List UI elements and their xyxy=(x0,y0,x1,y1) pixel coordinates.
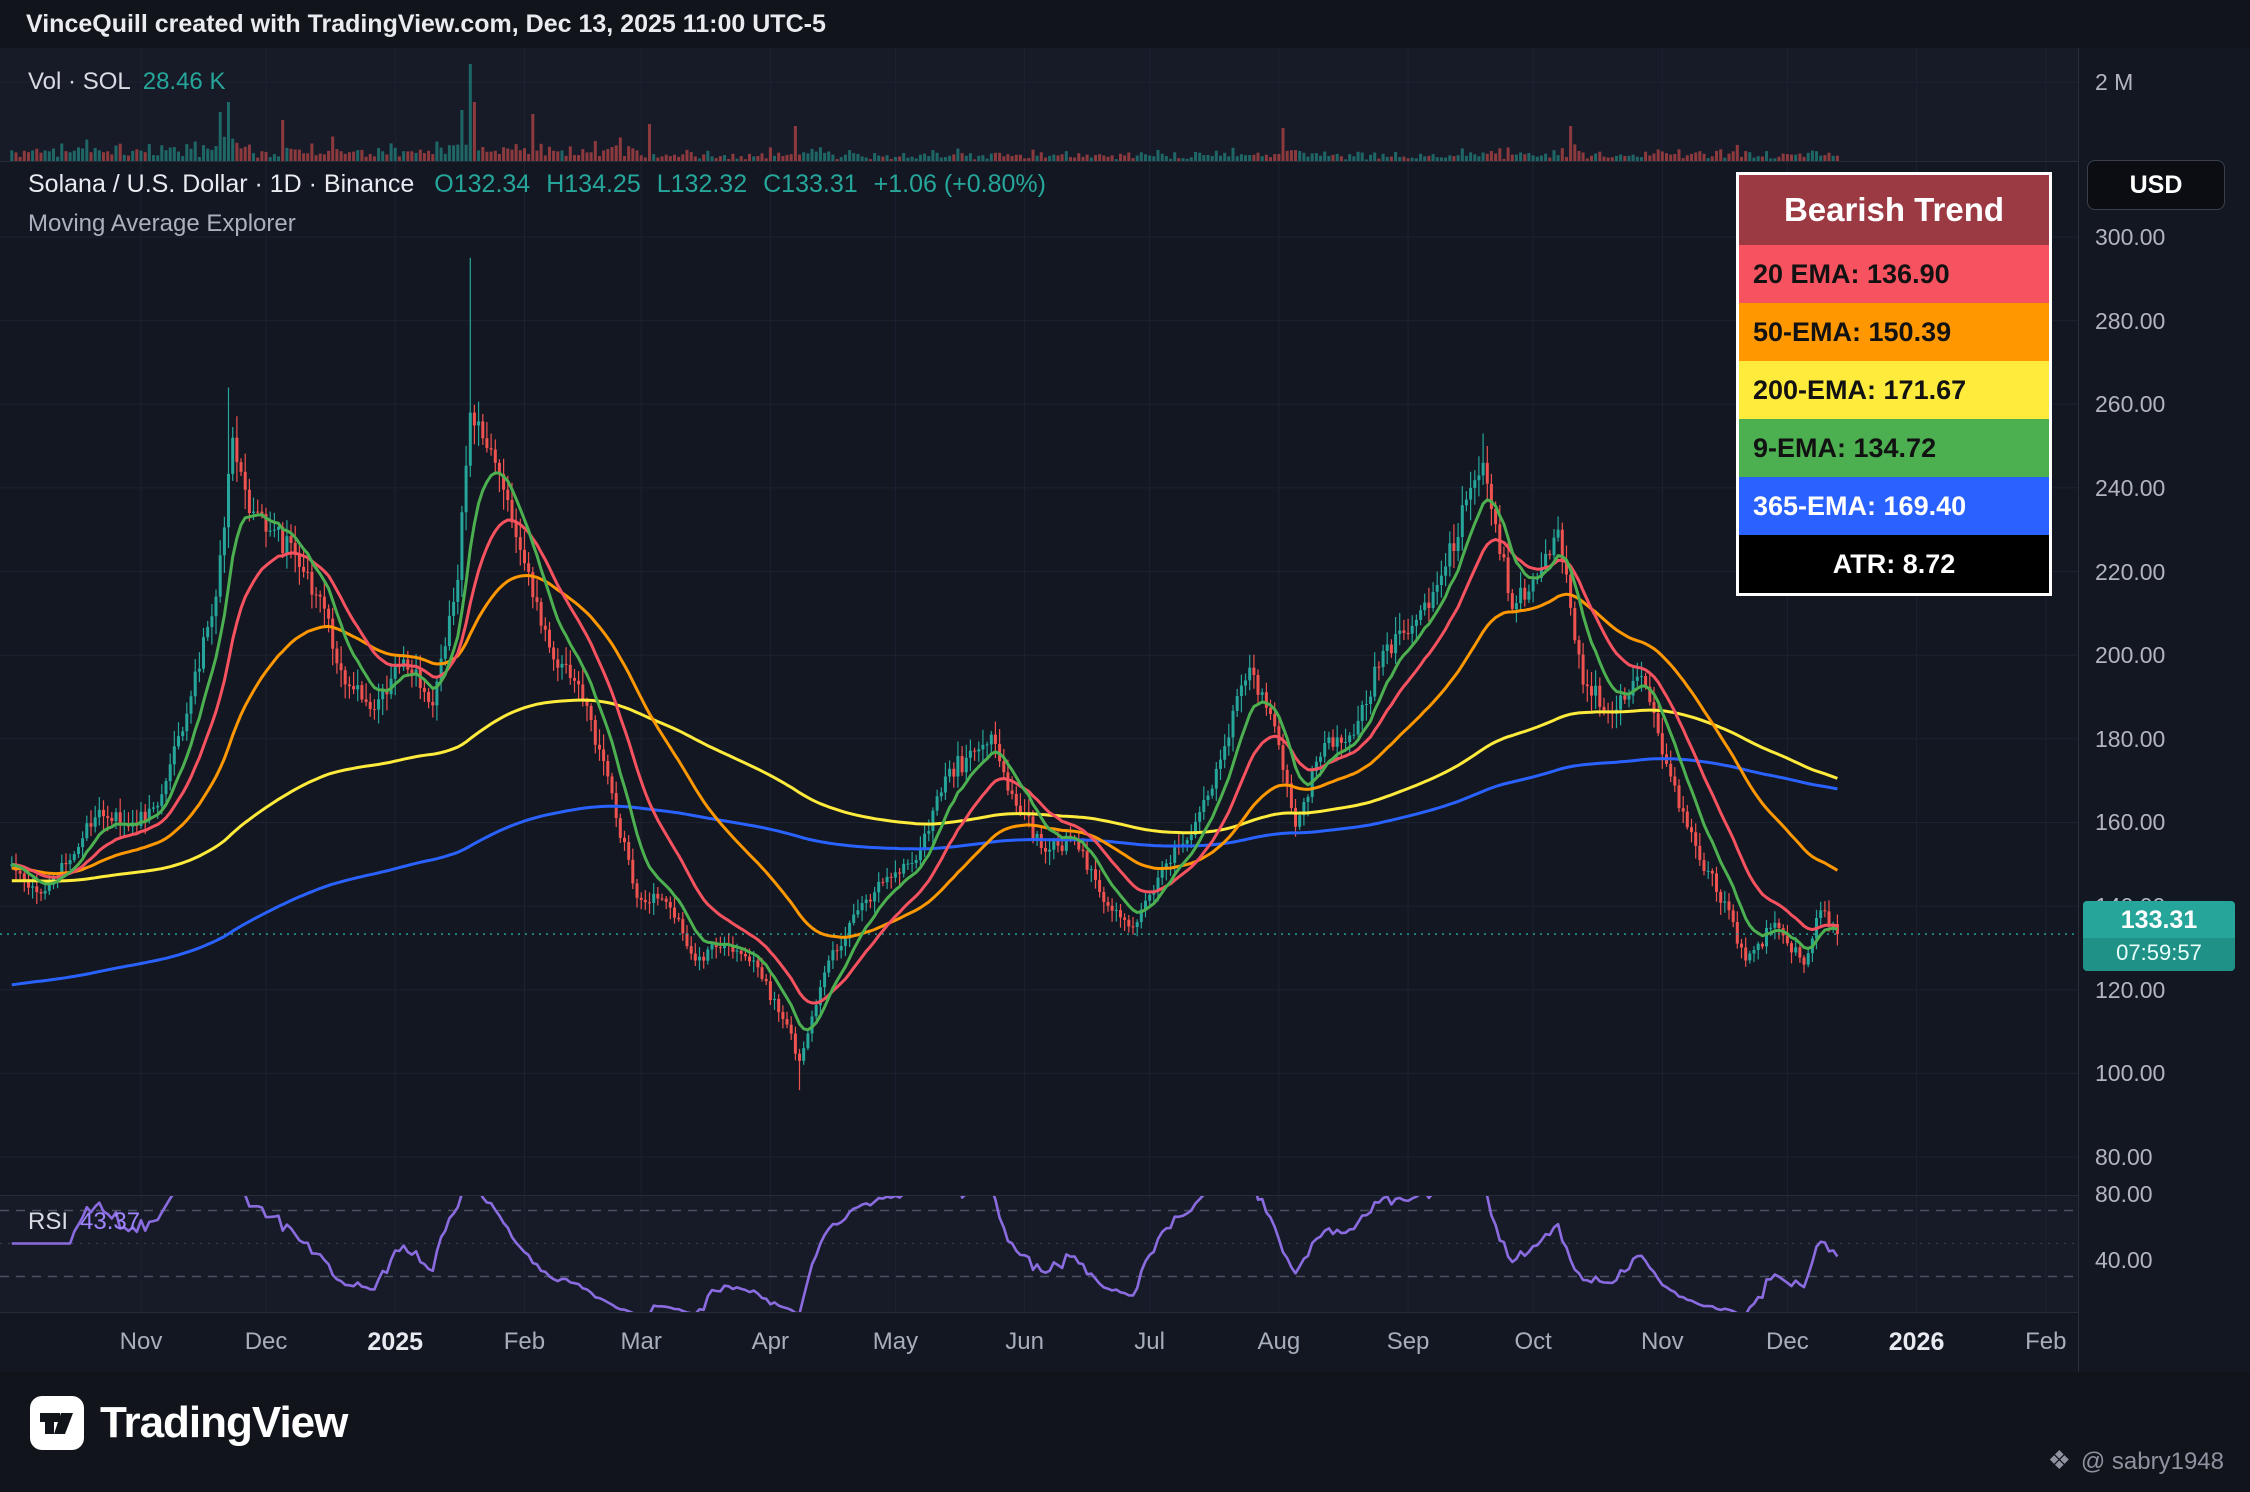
time-tick-label: 2025 xyxy=(347,1328,443,1357)
price-tick-label: 120.00 xyxy=(2095,975,2165,1005)
volume-legend: Vol · SOL 28.46 K xyxy=(28,68,225,96)
ohlc-low: L132.32 xyxy=(657,170,747,198)
currency-toggle-button[interactable]: USD xyxy=(2087,160,2225,210)
pane-separator[interactable] xyxy=(0,161,2078,162)
price-tick-label: 260.00 xyxy=(2095,389,2165,419)
rsi-value: 43.37 xyxy=(80,1208,140,1235)
time-tick-label: Nov xyxy=(1614,1328,1710,1356)
volume-tick-label: 2 M xyxy=(2095,67,2133,97)
rsi-tick-label: 80.00 xyxy=(2095,1179,2153,1209)
bar-countdown: 07:59:57 xyxy=(2083,938,2235,971)
time-tick-label: Aug xyxy=(1231,1328,1327,1356)
price-tick-label: 200.00 xyxy=(2095,640,2165,670)
time-tick-label: Jul xyxy=(1102,1328,1198,1356)
volume-pane-canvas[interactable] xyxy=(0,48,2078,162)
time-tick-label: Dec xyxy=(1739,1328,1835,1356)
price-axis[interactable]: USD 133.31 07:59:57 2 M 300.00 280.00 260.0… xyxy=(2078,48,2250,1372)
tradingview-chart-window: VinceQuill created with TradingView.com,… xyxy=(0,0,2250,1492)
legend-row-20ema: 20 EMA: 136.90 xyxy=(1739,245,2049,303)
rsi-tick-label: 40.00 xyxy=(2095,1245,2153,1275)
price-tick-label: 280.00 xyxy=(2095,306,2165,336)
last-price-badge: 133.31 07:59:57 xyxy=(2083,901,2235,971)
rsi-legend: RSI 43.37 xyxy=(28,1208,140,1236)
legend-row-50ema: 50-EMA: 150.39 xyxy=(1739,303,2049,361)
price-tick-label: 180.00 xyxy=(2095,724,2165,754)
indicator-title: Moving Average Explorer xyxy=(28,210,296,238)
tradingview-brand-text: TradingView xyxy=(100,1398,347,1448)
diamond-icon: ❖ xyxy=(2048,1445,2071,1475)
last-price-value: 133.31 xyxy=(2083,901,2235,938)
ohlc-high: H134.25 xyxy=(546,170,641,198)
author-watermark: ❖ @ sabry1948 xyxy=(2048,1445,2224,1476)
price-tick-label: 220.00 xyxy=(2095,557,2165,587)
time-tick-label: Jun xyxy=(977,1328,1073,1356)
time-tick-label: Oct xyxy=(1485,1328,1581,1356)
time-tick-label: Nov xyxy=(93,1328,189,1356)
chart-header: VinceQuill created with TradingView.com,… xyxy=(0,0,2250,48)
price-tick-label: 240.00 xyxy=(2095,473,2165,503)
time-axis[interactable]: Nov Dec 2025 Feb Mar Apr May Jun Jul Aug Sep Oct Nov… xyxy=(0,1312,2078,1372)
time-tick-label: Feb xyxy=(1998,1328,2094,1356)
ohlc-close: C133.31 xyxy=(763,170,858,198)
time-tick-label: 2026 xyxy=(1869,1328,1965,1357)
time-tick-label: Sep xyxy=(1360,1328,1456,1356)
watermark-text: @ sabry1948 xyxy=(2081,1448,2224,1475)
legend-row-365ema: 365-EMA: 169.40 xyxy=(1739,477,2049,535)
symbol-info-bar[interactable]: Solana / U.S. Dollar · 1D · Binance O132.… xyxy=(28,170,1062,199)
volume-value: 28.46 K xyxy=(143,68,226,95)
price-tick-label: 300.00 xyxy=(2095,222,2165,252)
time-tick-label: Mar xyxy=(593,1328,689,1356)
trend-status-header: Bearish Trend xyxy=(1739,175,2049,245)
time-tick-label: Dec xyxy=(218,1328,314,1356)
ema-legend-panel: Bearish Trend 20 EMA: 136.90 50-EMA: 150… xyxy=(1736,172,2052,596)
legend-row-200ema: 200-EMA: 171.67 xyxy=(1739,361,2049,419)
price-tick-label: 80.00 xyxy=(2095,1142,2153,1172)
chart-title: VinceQuill created with TradingView.com,… xyxy=(26,10,826,38)
chart-footer: TradingView ❖ @ sabry1948 xyxy=(0,1372,2250,1492)
rsi-label: RSI xyxy=(28,1208,68,1235)
time-tick-label: May xyxy=(847,1328,943,1356)
pane-separator[interactable] xyxy=(0,1195,2078,1196)
time-tick-label: Feb xyxy=(476,1328,572,1356)
price-tick-label: 160.00 xyxy=(2095,807,2165,837)
rsi-pane-canvas[interactable] xyxy=(0,1196,2078,1312)
ohlc-open: O132.34 xyxy=(434,170,530,198)
tradingview-logo-icon xyxy=(30,1396,84,1450)
legend-row-atr: ATR: 8.72 xyxy=(1739,535,2049,593)
symbol-title: Solana / U.S. Dollar · 1D · Binance xyxy=(28,170,414,198)
legend-row-9ema: 9-EMA: 134.72 xyxy=(1739,419,2049,477)
time-tick-label: Apr xyxy=(722,1328,818,1356)
tradingview-logo[interactable]: TradingView xyxy=(30,1396,347,1450)
price-tick-label: 100.00 xyxy=(2095,1058,2165,1088)
price-change: +1.06 (+0.80%) xyxy=(874,170,1046,198)
volume-label: Vol · SOL xyxy=(28,68,131,95)
